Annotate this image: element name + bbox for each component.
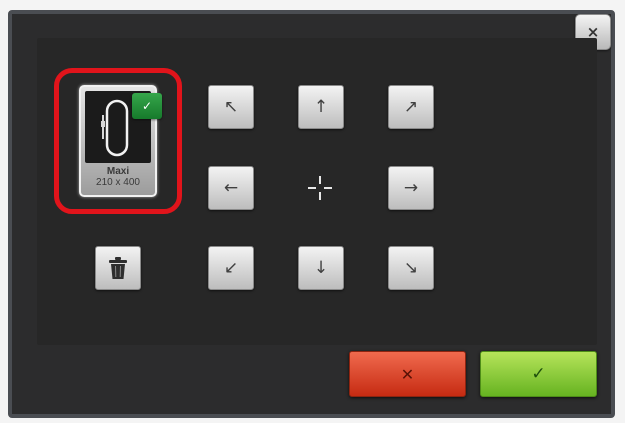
move-down-right-button[interactable]: ↘ [388,246,434,290]
arrow-down-left-icon: ↙ [223,258,239,278]
cancel-x-icon: ✕ [400,364,415,384]
move-down-button[interactable]: ↓ [298,246,344,290]
move-down-left-button[interactable]: ↙ [208,246,254,290]
crosshair-icon [308,176,332,200]
arrow-up-right-icon: ↗ [403,97,419,117]
move-right-button[interactable]: → [388,166,434,210]
delete-button[interactable] [95,246,141,290]
hoop-name: Maxi [106,166,130,177]
arrow-down-right-icon: ↘ [403,258,419,278]
move-up-left-button[interactable]: ↖ [208,85,254,129]
center-button[interactable] [300,168,340,208]
confirm-button[interactable]: ✓ [480,351,597,397]
confirm-check-icon: ✓ [531,364,546,384]
move-up-right-button[interactable]: ↗ [388,85,434,129]
cancel-button[interactable]: ✕ [349,351,466,397]
arrow-up-icon: ↑ [313,97,329,117]
selected-check-icon: ✓ [132,93,162,119]
hoop-size: 210 x 400 [96,177,140,188]
check-glyph: ✓ [141,99,153,113]
arrow-right-icon: → [403,178,419,198]
arrow-down-icon: ↓ [313,258,329,278]
trash-icon [109,257,127,279]
arrow-left-icon: ← [223,178,239,198]
move-up-button[interactable]: ↑ [298,85,344,129]
arrow-up-left-icon: ↖ [223,97,239,117]
move-left-button[interactable]: ← [208,166,254,210]
hoop-tile-maxi[interactable]: ✓ Maxi 210 x 400 [79,85,162,197]
